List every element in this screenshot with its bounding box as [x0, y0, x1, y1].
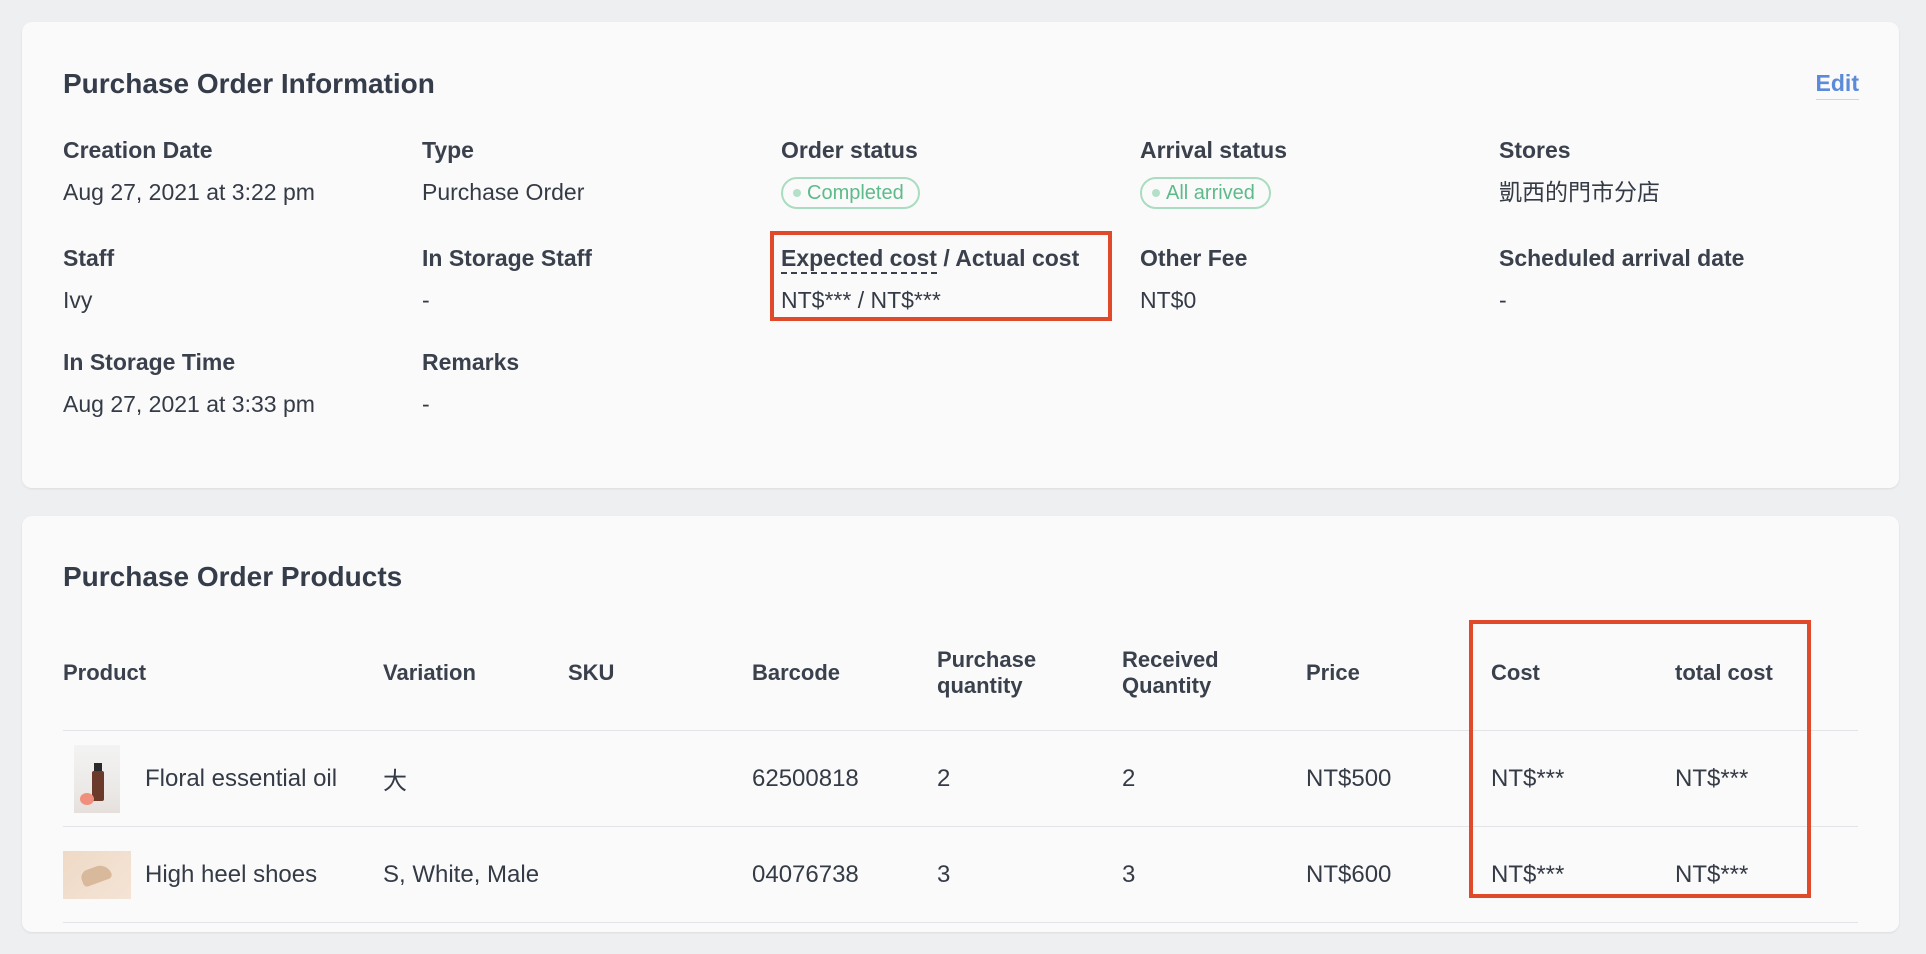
- barcode-cell: 62500818: [752, 764, 859, 792]
- order-status-field: Order status Completed: [781, 135, 1121, 209]
- arrival-status-field: Arrival status All arrived: [1140, 135, 1480, 209]
- essential-oil-thumbnail-icon: [74, 744, 120, 813]
- received-quantity-line-1: Received: [1122, 647, 1219, 672]
- products-table: Product Variation SKU Barcode Purchase q…: [63, 616, 1858, 923]
- in-storage-time-field: In Storage Time Aug 27, 2021 at 3:33 pm: [63, 347, 403, 419]
- product-name[interactable]: Floral essential oil: [145, 765, 337, 793]
- staff-value: Ivy: [63, 287, 93, 313]
- received-quantity-line-2: Quantity: [1122, 673, 1212, 698]
- arrival-status-badge: All arrived: [1140, 177, 1271, 209]
- order-status-badge: Completed: [781, 177, 920, 209]
- other-fee-value: NT$0: [1140, 287, 1197, 313]
- creation-date-label: Creation Date: [63, 137, 213, 163]
- received-quantity-cell: 2: [1122, 764, 1136, 792]
- column-header-purchase-quantity[interactable]: Purchase quantity: [937, 616, 1036, 730]
- column-header-sku[interactable]: SKU: [568, 616, 614, 730]
- arrival-status-value: All arrived: [1166, 182, 1255, 204]
- cost-cell: NT$***: [1491, 764, 1565, 792]
- cost-field: Expected cost / Actual cost NT$*** / NT$…: [781, 243, 1121, 315]
- variation-cell: 大: [383, 768, 407, 795]
- column-header-cost[interactable]: Cost: [1491, 616, 1540, 730]
- column-header-price[interactable]: Price: [1306, 616, 1360, 730]
- column-header-total-cost[interactable]: total cost: [1675, 616, 1773, 730]
- arrival-status-label: Arrival status: [1140, 137, 1288, 163]
- in-storage-staff-field: In Storage Staff -: [422, 243, 762, 315]
- column-header-barcode[interactable]: Barcode: [752, 616, 840, 730]
- cost-value: NT$*** / NT$***: [781, 287, 941, 313]
- column-header-variation[interactable]: Variation: [383, 616, 476, 730]
- scheduled-arrival-field: Scheduled arrival date -: [1499, 243, 1839, 315]
- cost-cell: NT$***: [1491, 860, 1565, 888]
- type-field: Type Purchase Order: [422, 135, 762, 207]
- total-cost-cell: NT$***: [1675, 764, 1749, 792]
- edit-link[interactable]: Edit: [1815, 70, 1859, 100]
- order-status-value: Completed: [807, 182, 904, 204]
- order-status-label: Order status: [781, 137, 918, 163]
- product-name[interactable]: High heel shoes: [145, 861, 317, 889]
- expected-cost-tooltip-trigger[interactable]: Expected cost: [781, 245, 937, 274]
- actual-cost-label: / Actual cost: [936, 245, 1080, 271]
- in-storage-time-label: In Storage Time: [63, 349, 236, 375]
- price-cell: NT$600: [1306, 860, 1392, 888]
- in-storage-staff-value: -: [422, 287, 430, 313]
- total-cost-cell: NT$***: [1675, 860, 1749, 888]
- barcode-cell: 04076738: [752, 860, 859, 888]
- purchase-order-products-card: Purchase Order Products Product Variatio…: [22, 516, 1899, 932]
- purchase-quantity-cell: 3: [937, 860, 951, 888]
- column-header-received-quantity[interactable]: Received Quantity: [1122, 616, 1219, 730]
- stores-label: Stores: [1499, 137, 1571, 163]
- table-row[interactable]: High heel shoes S, White, Male 04076738 …: [63, 827, 1858, 923]
- other-fee-label: Other Fee: [1140, 245, 1248, 271]
- info-card-title: Purchase Order Information: [63, 68, 435, 99]
- type-label: Type: [422, 137, 474, 163]
- high-heel-shoes-thumbnail-icon: [63, 850, 131, 899]
- type-value: Purchase Order: [422, 179, 585, 205]
- table-row[interactable]: Floral essential oil 大 62500818 2 2 NT$5…: [63, 731, 1858, 827]
- purchase-quantity-line-2: quantity: [937, 673, 1023, 698]
- remarks-field: Remarks -: [422, 347, 762, 419]
- scheduled-arrival-label: Scheduled arrival date: [1499, 245, 1745, 271]
- remarks-label: Remarks: [422, 349, 520, 375]
- scheduled-arrival-value: -: [1499, 287, 1507, 313]
- products-card-title: Purchase Order Products: [63, 561, 403, 592]
- staff-field: Staff Ivy: [63, 243, 403, 315]
- price-cell: NT$500: [1306, 764, 1392, 792]
- purchase-order-info-card: Purchase Order Information Edit Creation…: [22, 22, 1899, 488]
- in-storage-staff-label: In Storage Staff: [422, 245, 592, 271]
- purchase-quantity-cell: 2: [937, 764, 951, 792]
- in-storage-time-value: Aug 27, 2021 at 3:33 pm: [63, 391, 315, 417]
- cost-label: Expected cost / Actual cost: [781, 243, 1121, 274]
- table-header-row: Product Variation SKU Barcode Purchase q…: [63, 616, 1858, 731]
- remarks-value: -: [422, 391, 430, 417]
- status-dot-icon: [793, 189, 801, 197]
- variation-cell: S, White, Male: [383, 860, 540, 888]
- product-cell: High heel shoes: [63, 827, 317, 922]
- column-header-product[interactable]: Product: [63, 616, 146, 730]
- stores-value: 凱西的門市分店: [1499, 179, 1660, 205]
- product-cell: Floral essential oil: [63, 731, 337, 826]
- creation-date-value: Aug 27, 2021 at 3:22 pm: [63, 179, 315, 205]
- creation-date-field: Creation Date Aug 27, 2021 at 3:22 pm: [63, 135, 403, 207]
- purchase-quantity-line-1: Purchase: [937, 647, 1037, 672]
- stores-field: Stores 凱西的門市分店: [1499, 135, 1839, 207]
- other-fee-field: Other Fee NT$0: [1140, 243, 1480, 315]
- received-quantity-cell: 3: [1122, 860, 1136, 888]
- staff-label: Staff: [63, 245, 115, 271]
- status-dot-icon: [1152, 189, 1160, 197]
